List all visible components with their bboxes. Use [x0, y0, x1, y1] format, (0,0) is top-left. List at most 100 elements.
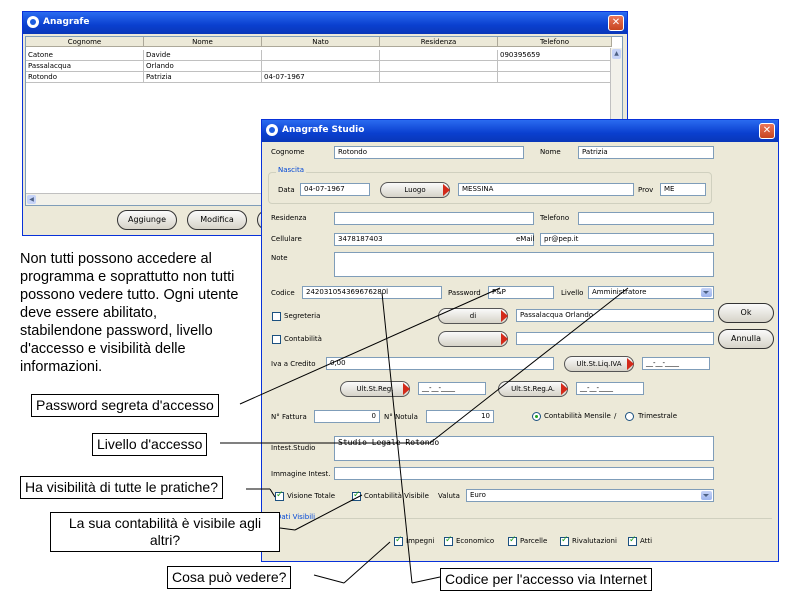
ult-st-reg-a-date[interactable]: __-__-____ — [576, 382, 644, 395]
di-button[interactable]: di — [438, 308, 508, 324]
contabilita-field[interactable] — [516, 332, 714, 345]
table-row-cell[interactable] — [380, 50, 498, 61]
add-button[interactable]: Aggiunge — [117, 210, 177, 230]
contabilita-visibile-checkbox[interactable] — [352, 490, 361, 501]
table-row-cell[interactable]: 090395659 — [498, 50, 612, 61]
livello-select[interactable]: Amministratore — [588, 286, 714, 299]
data-nascita-field[interactable]: 04-07-1967 — [300, 183, 370, 196]
col-header-residenza[interactable]: Residenza — [380, 37, 498, 47]
scroll-up-icon[interactable]: ▲ — [612, 49, 621, 59]
impegni-checkbox[interactable] — [394, 535, 403, 546]
visione-totale-checkbox[interactable] — [275, 490, 284, 501]
chevron-down-icon[interactable] — [701, 491, 712, 500]
studio-titlebar[interactable]: Anagrafe Studio ✕ — [262, 120, 778, 142]
description-text: Non tutti possono accedere al programma … — [20, 251, 239, 375]
table-row-cell[interactable]: Passalacqua — [26, 61, 144, 72]
parcelle-checkbox[interactable] — [508, 535, 517, 546]
impegni-label: Impegni — [406, 537, 435, 545]
data-label: Data — [278, 186, 295, 194]
callout-livello: Livello d'accesso — [92, 433, 208, 456]
segreteria-field[interactable]: Passalacqua Orlando — [516, 309, 714, 322]
luogo-button[interactable]: Luogo — [380, 182, 450, 198]
edit-button[interactable]: Modifica — [187, 210, 247, 230]
close-icon[interactable]: ✕ — [608, 15, 624, 31]
note-label: Note — [271, 254, 288, 262]
col-header-telefono[interactable]: Telefono — [498, 37, 612, 47]
close-icon[interactable]: ✕ — [759, 123, 775, 139]
visione-totale-label: Visione Totale — [287, 492, 336, 500]
economico-checkbox[interactable] — [444, 535, 453, 546]
cellulare-field[interactable]: 3478187403 — [334, 233, 534, 246]
table-row-cell[interactable]: Davide — [144, 50, 262, 61]
nfattura-field[interactable]: 0 — [314, 410, 380, 423]
col-header-cognome[interactable]: Cognome — [26, 37, 144, 47]
email-field[interactable]: pr@pep.it — [540, 233, 714, 246]
contabilita-visibile-label: Contabilità Visibile — [364, 492, 429, 500]
ult-liq-iva-date[interactable]: __-__-____ — [642, 357, 710, 370]
table-row-cell[interactable] — [262, 61, 380, 72]
prov-field[interactable]: ME — [660, 183, 706, 196]
anagrafe-studio-window: Anagrafe Studio ✕ Cognome Rotondo Nome P… — [261, 119, 779, 562]
valuta-label: Valuta — [438, 492, 460, 500]
table-row-cell[interactable] — [498, 72, 612, 83]
table-row-cell[interactable] — [380, 61, 498, 72]
trimestrale-radio[interactable] — [625, 412, 634, 421]
scroll-left-icon[interactable]: ◀ — [27, 195, 36, 204]
nnotula-field[interactable]: 10 — [426, 410, 494, 423]
password-label: Password — [448, 289, 481, 297]
nnotula-label: N° Notula — [384, 413, 418, 421]
nnotula-value: 10 — [481, 412, 490, 420]
contabilita-checkbox[interactable] — [272, 335, 281, 344]
segreteria-checkbox[interactable] — [272, 312, 281, 321]
col-header-nome[interactable]: Nome — [144, 37, 262, 47]
table-row-cell[interactable]: Catone — [26, 50, 144, 61]
intest-label: Intest.Studio — [271, 444, 316, 452]
ult-st-reg-button[interactable]: Ult.St.Reg. — [340, 381, 410, 397]
nome-label: Nome — [540, 148, 561, 156]
prov-label: Prov — [638, 186, 654, 194]
immagine-field[interactable] — [334, 467, 714, 480]
annulla-button[interactable]: Annulla — [718, 329, 774, 349]
ult-liq-iva-button[interactable]: Ult.St.Liq.IVA — [564, 356, 634, 372]
intest-field[interactable]: Studio Legale Rotondo — [334, 436, 714, 461]
atti-checkbox[interactable] — [628, 535, 637, 546]
valuta-select[interactable]: Euro — [466, 489, 714, 502]
studio-title: Anagrafe Studio — [282, 125, 365, 135]
anagrafe-titlebar[interactable]: Anagrafe ✕ — [23, 12, 627, 34]
nome-field[interactable]: Patrizia — [578, 146, 714, 159]
telefono-field[interactable] — [578, 212, 714, 225]
password-field[interactable]: P&P — [488, 286, 554, 299]
table-row-cell[interactable]: Orlando — [144, 61, 262, 72]
table-row-cell[interactable] — [380, 72, 498, 83]
note-field[interactable] — [334, 252, 714, 277]
iva-field[interactable]: 0,00 — [326, 357, 554, 370]
iva-label: Iva a Credito — [271, 360, 316, 368]
contabilita-mensile-radio[interactable] — [532, 412, 541, 421]
table-row-cell[interactable]: Rotondo — [26, 72, 144, 83]
chevron-down-icon[interactable] — [701, 288, 712, 297]
residenza-field[interactable] — [334, 212, 534, 225]
callout-codice: Codice per l'accesso via Internet — [440, 568, 652, 591]
livello-value: Amministratore — [592, 288, 647, 296]
table-row-cell[interactable] — [498, 61, 612, 72]
rivalutazioni-checkbox[interactable] — [560, 535, 569, 546]
nfattura-value: 0 — [371, 412, 376, 420]
trimestrale-label: Trimestrale — [638, 412, 678, 420]
col-header-nato[interactable]: Nato — [262, 37, 380, 47]
table-row-cell[interactable] — [262, 50, 380, 61]
parcelle-label: Parcelle — [520, 537, 548, 545]
table-row-cell[interactable]: Patrizia — [144, 72, 262, 83]
ok-button[interactable]: Ok — [718, 303, 774, 323]
email-label: eMail — [516, 235, 535, 243]
economico-label: Economico — [456, 537, 495, 545]
table-row-cell[interactable]: 04-07-1967 — [262, 72, 380, 83]
codice-field[interactable]: 242031054369676280l — [302, 286, 442, 299]
ult-st-reg-a-button[interactable]: Ult.St.Reg.A. — [498, 381, 568, 397]
livello-label: Livello — [561, 289, 584, 297]
contabilita-di-button[interactable] — [438, 331, 508, 347]
atti-label: Atti — [640, 537, 653, 545]
ult-st-reg-date[interactable]: __-__-____ — [418, 382, 486, 395]
dati-visibili-label: Dati Visibili — [274, 513, 318, 521]
luogo-field[interactable]: MESSINA — [458, 183, 634, 196]
cognome-field[interactable]: Rotondo — [334, 146, 524, 159]
